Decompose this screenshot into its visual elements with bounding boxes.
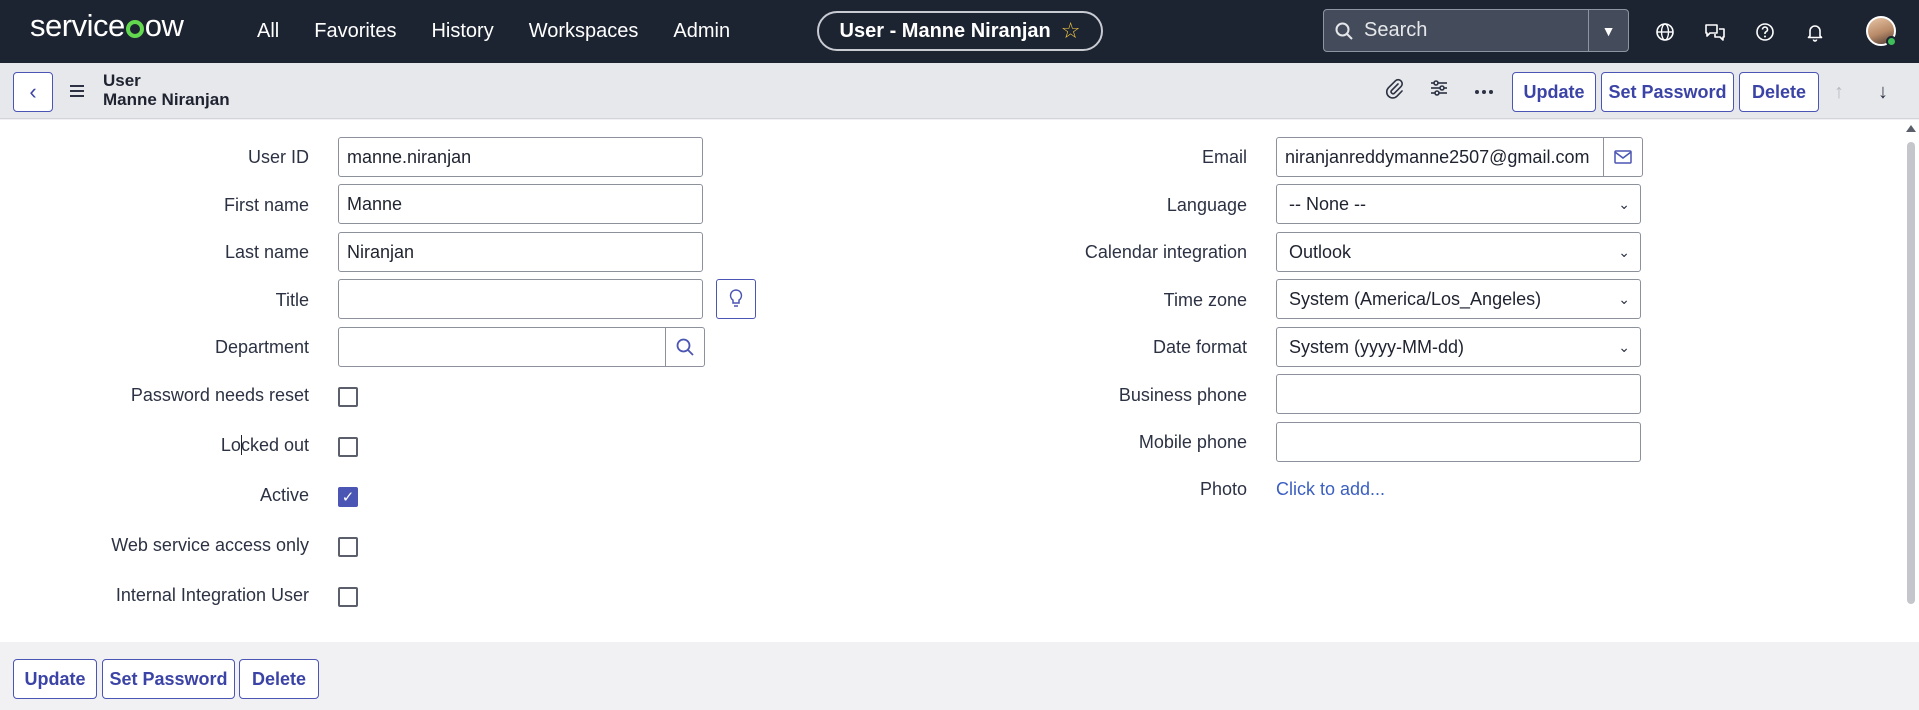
user-avatar[interactable]	[1866, 16, 1897, 47]
title-input[interactable]	[338, 279, 703, 319]
active-label: Active	[259, 485, 309, 505]
top-navigation-bar: serviceowservicenow All Favorites Histor…	[0, 0, 1919, 63]
paperclip-icon[interactable]	[1384, 77, 1404, 104]
context-title-pill[interactable]: User - Manne Niranjan ☆	[817, 11, 1103, 51]
calendar-integration-label: Calendar integration	[1084, 242, 1247, 262]
main-menu: All Favorites History Workspaces Admin	[257, 0, 730, 63]
time-zone-label: Time zone	[1163, 290, 1247, 310]
last-name-input[interactable]: Niranjan	[338, 232, 703, 272]
nav-workspaces[interactable]: Workspaces	[529, 20, 639, 43]
header-set-password-button[interactable]: Set Password	[1601, 72, 1734, 112]
internal-integration-user-label: Internal Integration User	[115, 585, 309, 605]
photo-label: Photo	[1199, 479, 1247, 499]
date-format-value: System (yyyy-MM-dd)	[1289, 336, 1464, 357]
date-format-select[interactable]: System (yyyy-MM-dd) ⌄	[1276, 327, 1641, 367]
servicenow-logo[interactable]: serviceowservicenow	[30, 8, 184, 44]
context-title: User - Manne Niranjan	[839, 19, 1051, 42]
search-icon	[1324, 22, 1364, 40]
department-input[interactable]	[338, 327, 666, 367]
nav-admin[interactable]: Admin	[673, 20, 730, 43]
search-input[interactable]: Search	[1364, 19, 1588, 42]
chevron-down-icon: ⌄	[1618, 244, 1630, 260]
user-form-body: User ID First name Last name Title Depar…	[0, 120, 1903, 642]
footer-delete-button[interactable]: Delete	[239, 659, 319, 699]
password-needs-reset-checkbox[interactable]	[338, 387, 358, 407]
header-update-button[interactable]: Update	[1512, 72, 1596, 112]
language-select[interactable]: -- None -- ⌄	[1276, 184, 1641, 224]
lightbulb-icon	[729, 289, 743, 307]
suggestion-lightbulb-button[interactable]	[716, 279, 756, 319]
photo-upload-link[interactable]: Click to add...	[1276, 479, 1385, 500]
web-service-access-only-checkbox[interactable]	[338, 537, 358, 557]
department-lookup-button[interactable]	[665, 327, 705, 367]
nav-favorites[interactable]: Favorites	[314, 20, 396, 43]
date-format-label: Date format	[1152, 337, 1247, 357]
form-title: User Manne Niranjan	[103, 71, 230, 109]
text-cursor	[241, 435, 242, 455]
internal-integration-user-checkbox[interactable]	[338, 587, 358, 607]
calendar-integration-value: Outlook	[1289, 241, 1352, 262]
email-input[interactable]: niranjanreddymanne2507@gmail.com	[1276, 137, 1604, 177]
active-checkbox[interactable]: ✓	[338, 487, 358, 507]
first-name-label: First name	[223, 195, 309, 215]
globe-icon[interactable]	[1654, 21, 1676, 43]
help-icon[interactable]	[1754, 21, 1776, 43]
time-zone-value: System (America/Los_Angeles)	[1289, 288, 1542, 309]
global-search[interactable]: Search ▼	[1323, 9, 1629, 52]
language-label: Language	[1166, 195, 1247, 215]
chevron-down-icon: ⌄	[1618, 291, 1630, 307]
record-name: Manne Niranjan	[103, 90, 230, 109]
language-value: -- None --	[1289, 193, 1367, 214]
user-id-input[interactable]: manne.niranjan	[338, 137, 703, 177]
web-service-access-only-label: Web service access only	[111, 535, 309, 555]
password-needs-reset-label: Password needs reset	[130, 385, 309, 405]
user-id-label: User ID	[247, 147, 309, 167]
form-header: ‹ User Manne Niranjan Update Set Passwor…	[0, 63, 1919, 119]
title-label: Title	[275, 290, 309, 310]
chevron-down-icon: ⌄	[1618, 339, 1630, 355]
online-status-dot	[1886, 36, 1897, 47]
first-name-input[interactable]: Manne	[338, 184, 703, 224]
chevron-left-icon: ‹	[29, 79, 37, 104]
back-button[interactable]: ‹	[13, 72, 53, 112]
header-delete-button[interactable]: Delete	[1739, 72, 1819, 112]
scroll-up-arrow-icon[interactable]	[1906, 125, 1916, 132]
send-email-button[interactable]	[1603, 137, 1643, 177]
mobile-phone-label: Mobile phone	[1138, 432, 1247, 452]
business-phone-input[interactable]	[1276, 374, 1641, 414]
vertical-scrollbar[interactable]	[1903, 120, 1919, 642]
calendar-integration-select[interactable]: Outlook ⌄	[1276, 232, 1641, 272]
header-icon-group	[1384, 77, 1494, 104]
bell-icon[interactable]	[1804, 21, 1826, 43]
search-scope-dropdown-icon[interactable]: ▼	[1588, 10, 1628, 51]
business-phone-label: Business phone	[1118, 385, 1247, 405]
checkmark-icon: ✓	[341, 489, 355, 506]
scrollbar-thumb[interactable]	[1907, 142, 1915, 604]
locked-out-checkbox[interactable]	[338, 437, 358, 457]
next-record-arrow-icon[interactable]: ↓	[1878, 81, 1888, 104]
nav-all[interactable]: All	[257, 20, 279, 43]
chat-icon[interactable]	[1704, 21, 1726, 43]
record-type: User	[103, 71, 141, 90]
mobile-phone-input[interactable]	[1276, 422, 1641, 462]
personalize-form-icon[interactable]	[1429, 78, 1449, 103]
star-icon[interactable]: ☆	[1061, 18, 1081, 44]
envelope-icon	[1614, 150, 1632, 164]
nav-utility-icons	[1654, 0, 1826, 63]
last-name-label: Last name	[224, 242, 309, 262]
search-icon	[676, 338, 694, 356]
more-options-icon[interactable]	[1474, 82, 1494, 100]
form-context-menu-icon[interactable]	[70, 85, 84, 100]
department-label: Department	[214, 337, 309, 357]
email-label: Email	[1201, 147, 1247, 167]
previous-record-arrow-icon: ↑	[1834, 81, 1844, 103]
chevron-down-icon: ⌄	[1618, 196, 1630, 212]
footer-set-password-button[interactable]: Set Password	[102, 659, 235, 699]
footer-update-button[interactable]: Update	[13, 659, 97, 699]
nav-history[interactable]: History	[431, 20, 493, 43]
time-zone-select[interactable]: System (America/Los_Angeles) ⌄	[1276, 279, 1641, 319]
locked-out-label: Locked out	[220, 435, 309, 455]
